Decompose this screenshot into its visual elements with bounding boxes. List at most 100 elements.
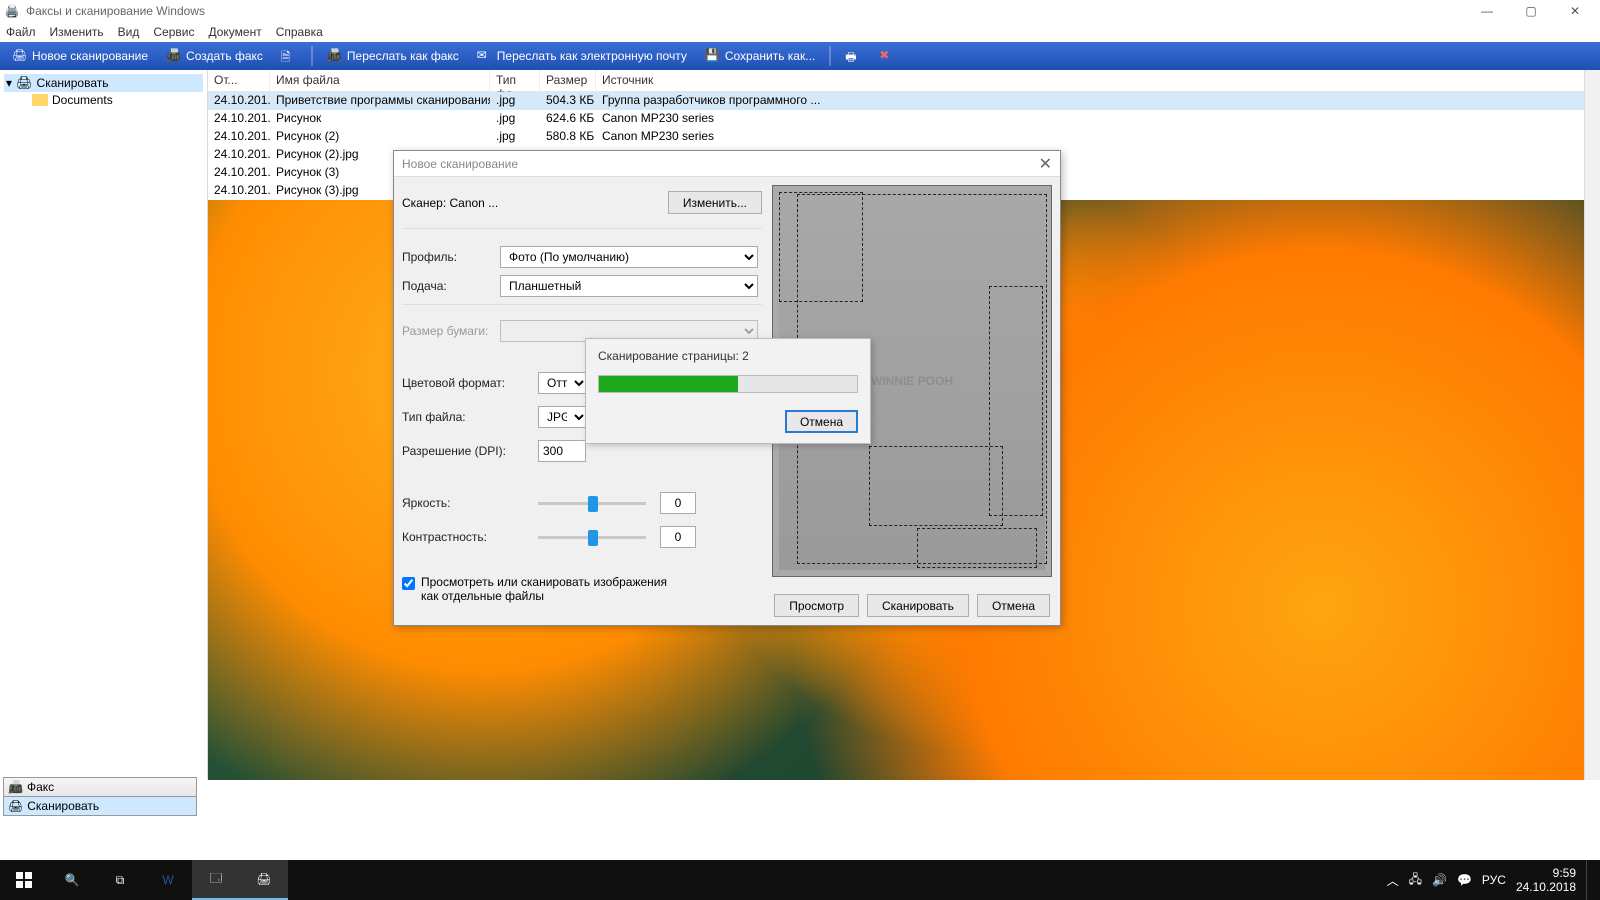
- menu-view[interactable]: Вид: [118, 25, 140, 39]
- cell-size: 504.3 КБ: [540, 92, 596, 110]
- progress-cancel-button[interactable]: Отмена: [785, 410, 858, 433]
- minimize-button[interactable]: —: [1474, 4, 1500, 18]
- toolbar-print[interactable]: 🖶: [839, 44, 867, 68]
- tray-chevron-icon[interactable]: ︿: [1387, 872, 1399, 889]
- window-title: Факсы и сканирование Windows: [26, 4, 1474, 18]
- filetype-select[interactable]: JPG (Рис: [538, 406, 588, 428]
- dialog-title-text: Новое сканирование: [402, 157, 518, 171]
- tree-root-label: Сканировать: [37, 76, 109, 90]
- list-row[interactable]: 24.10.201...Рисунок (2).jpg580.8 КБCanon…: [208, 128, 1600, 146]
- taskbar-app-1[interactable]: 🗔: [192, 860, 240, 900]
- start-button[interactable]: [0, 860, 48, 900]
- delete-icon: ✖: [879, 48, 895, 64]
- window-controls: — ▢ ✕: [1474, 4, 1596, 18]
- list-row[interactable]: 24.10.201...Приветствие программы сканир…: [208, 92, 1600, 110]
- tree-child-label: Documents: [52, 93, 113, 107]
- cell-date: 24.10.201...: [208, 164, 270, 182]
- toolbar-delete[interactable]: ✖: [873, 44, 901, 68]
- dialog-close-button[interactable]: ✕: [1039, 154, 1052, 174]
- clock-date: 24.10.2018: [1516, 880, 1576, 894]
- col-header-source[interactable]: Источник: [596, 70, 1600, 91]
- color-format-select[interactable]: Оттенки: [538, 372, 588, 394]
- scanner-label: Сканер: Canon ...: [402, 196, 498, 210]
- toolbar-new-fax[interactable]: 📠 Создать факс: [160, 44, 269, 68]
- toolbar-new-scan[interactable]: 🖨Новое сканирование: [6, 44, 154, 68]
- dpi-input[interactable]: [538, 440, 586, 462]
- bottom-tabs: 📠Факс 🖨 Сканировать: [3, 778, 197, 816]
- toolbar: 🖨Новое сканирование 📠Создать факс 🗎 📠Пер…: [0, 42, 1600, 70]
- mail-icon: ✉: [477, 48, 493, 64]
- tray-volume-icon[interactable]: 🔊: [1432, 873, 1447, 887]
- dialog-titlebar: Новое сканирование ✕: [394, 151, 1060, 177]
- cell-name: Приветствие программы сканирования: [270, 92, 490, 110]
- menu-file[interactable]: Файл: [6, 25, 36, 39]
- vertical-scrollbar[interactable]: [1584, 70, 1600, 780]
- col-header-type[interactable]: Тип фа...: [490, 70, 540, 91]
- source-select[interactable]: Планшетный: [500, 275, 758, 297]
- cell-size: 580.8 КБ: [540, 128, 596, 146]
- tab-fax[interactable]: 📠Факс: [3, 777, 197, 797]
- toolbar-blank[interactable]: 🗎: [275, 44, 303, 68]
- tree-documents[interactable]: Documents: [4, 92, 203, 108]
- brightness-label: Яркость:: [402, 496, 538, 510]
- selection-rect[interactable]: [917, 528, 1037, 568]
- cell-name: Рисунок (2): [270, 128, 490, 146]
- col-header-name[interactable]: Имя файла: [270, 70, 490, 91]
- change-scanner-button[interactable]: Изменить...: [668, 191, 762, 214]
- tray-network-icon[interactable]: 🖧: [1409, 870, 1422, 891]
- tree-scan-root[interactable]: ▾ 🖨 Сканировать: [4, 74, 203, 92]
- cell-source: Canon MP230 series: [596, 110, 1600, 128]
- show-desktop-button[interactable]: [1586, 860, 1592, 900]
- scan-small-icon: 🖨: [8, 799, 23, 813]
- chevron-down-icon: ▾: [6, 76, 12, 90]
- fax-icon: 📠: [166, 48, 182, 64]
- toolbar-save-as[interactable]: 💾Сохранить как...: [699, 44, 821, 68]
- cell-date: 24.10.201...: [208, 146, 270, 164]
- tab-scan[interactable]: 🖨 Сканировать: [3, 796, 197, 816]
- cell-date: 24.10.201...: [208, 182, 270, 200]
- scan-button[interactable]: Сканировать: [867, 594, 969, 617]
- forward-fax-icon: 📠: [327, 48, 343, 64]
- menu-tools[interactable]: Сервис: [153, 25, 194, 39]
- cell-size: 624.6 КБ: [540, 110, 596, 128]
- contrast-value[interactable]: 0: [660, 526, 696, 548]
- taskbar-word[interactable]: W: [144, 860, 192, 900]
- slider-thumb[interactable]: [588, 530, 598, 546]
- list-row[interactable]: 24.10.201...Рисунок.jpg624.6 КБCanon MP2…: [208, 110, 1600, 128]
- brightness-slider[interactable]: [538, 502, 646, 505]
- toolbar-new-scan-label: Новое сканирование: [32, 49, 148, 63]
- toolbar-forward-email-label: Переслать как электронную почту: [497, 49, 687, 63]
- cancel-button[interactable]: Отмена: [977, 594, 1050, 617]
- tray-notifications-icon[interactable]: 💬: [1457, 873, 1472, 887]
- tray-clock[interactable]: 9:59 24.10.2018: [1516, 866, 1576, 895]
- toolbar-separator: [311, 46, 313, 66]
- toolbar-new-fax-label: Создать факс: [186, 49, 263, 63]
- contrast-label: Контрастность:: [402, 530, 538, 544]
- col-header-size[interactable]: Размер: [540, 70, 596, 91]
- menu-document[interactable]: Документ: [208, 25, 261, 39]
- folder-icon: [32, 94, 48, 106]
- brightness-value[interactable]: 0: [660, 492, 696, 514]
- close-button[interactable]: ✕: [1562, 4, 1588, 18]
- tray-language[interactable]: РУС: [1482, 873, 1506, 887]
- search-button[interactable]: 🔍: [48, 860, 96, 900]
- menu-help[interactable]: Справка: [276, 25, 323, 39]
- color-format-label: Цветовой формат:: [402, 376, 538, 390]
- maximize-button[interactable]: ▢: [1518, 4, 1544, 18]
- profile-select[interactable]: Фото (По умолчанию): [500, 246, 758, 268]
- toolbar-separator: [829, 46, 831, 66]
- contrast-slider[interactable]: [538, 536, 646, 539]
- menu-edit[interactable]: Изменить: [50, 25, 104, 39]
- progress-fill: [599, 376, 738, 392]
- tab-scan-label: Сканировать: [27, 799, 99, 813]
- task-view-button[interactable]: ⧉: [96, 860, 144, 900]
- cell-source: Группа разработчиков программного ...: [596, 92, 1600, 110]
- taskbar-fax-scan[interactable]: 🖨: [240, 860, 288, 900]
- separate-files-checkbox[interactable]: [402, 577, 415, 590]
- col-header-date[interactable]: От...: [208, 70, 270, 91]
- slider-thumb[interactable]: [588, 496, 598, 512]
- preview-button[interactable]: Просмотр: [774, 594, 859, 617]
- selection-rect[interactable]: [869, 446, 1003, 526]
- toolbar-forward-email[interactable]: ✉ Переслать как электронную почту: [471, 44, 693, 68]
- toolbar-forward-fax[interactable]: 📠Переслать как факс: [321, 44, 465, 68]
